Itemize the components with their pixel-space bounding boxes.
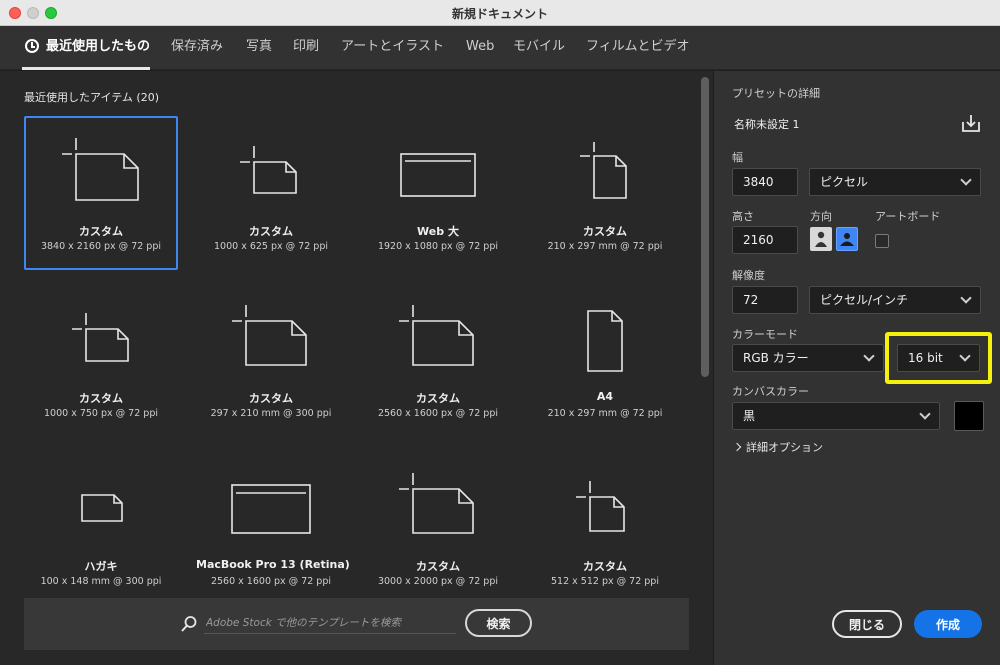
- preset-name: カスタム: [583, 560, 627, 573]
- height-label: 高さ: [732, 210, 754, 223]
- window-title: 新規ドキュメント: [451, 7, 548, 21]
- preset-item[interactable]: カスタム 1000 x 750 px @ 72 ppi: [24, 283, 178, 437]
- preset-item[interactable]: ハガキ 100 x 148 mm @ 300 ppi: [24, 451, 178, 605]
- close-button[interactable]: 閉じる: [832, 610, 902, 638]
- canvas-color-value: 黒: [743, 409, 756, 423]
- portrait-icon: [815, 231, 827, 247]
- preset-name: カスタム: [249, 225, 293, 238]
- resolution-label: 解像度: [732, 269, 765, 282]
- preset-name: カスタム: [583, 225, 627, 238]
- chevron-down-icon: [919, 408, 931, 420]
- preset-detail: 1000 x 750 px @ 72 ppi: [44, 408, 158, 419]
- preset-detail: 3840 x 2160 px @ 72 ppi: [40, 241, 162, 252]
- canvas-color-label: カンバスカラー: [732, 385, 809, 398]
- tab-film-video[interactable]: フィルムとビデオ: [586, 26, 689, 70]
- tab-photo[interactable]: 写真: [246, 26, 272, 70]
- width-unit-select[interactable]: ピクセル: [809, 168, 981, 196]
- landscape-icon: [840, 233, 854, 246]
- preset-name: カスタム: [416, 560, 460, 573]
- tab-mobile[interactable]: モバイル: [513, 26, 565, 70]
- search-icon: [181, 616, 197, 632]
- preset-detail: 1920 x 1080 px @ 72 ppi: [377, 241, 499, 252]
- recent-items-count: (20): [136, 91, 159, 104]
- title-bar: 新規ドキュメント: [0, 0, 1000, 26]
- artboard-checkbox[interactable]: [875, 234, 889, 248]
- preset-detail: 512 x 512 px @ 72 ppi: [551, 576, 659, 587]
- resolution-unit-select[interactable]: ピクセル/インチ: [809, 286, 981, 314]
- preset-name: カスタム: [79, 225, 123, 238]
- preset-item[interactable]: A4 210 x 297 mm @ 72 ppi: [528, 283, 682, 437]
- preset-item[interactable]: カスタム 3000 x 2000 px @ 72 ppi: [361, 451, 515, 605]
- tab-saved[interactable]: 保存済み: [171, 26, 223, 70]
- preset-details-panel: プリセットの詳細 名称未設定 1 幅 3840 ピクセル 高さ 方向 アートボー…: [714, 71, 1000, 665]
- tab-print[interactable]: 印刷: [293, 26, 319, 70]
- preset-name: A4: [596, 390, 614, 403]
- grid-scrollbar[interactable]: [701, 77, 709, 377]
- preset-detail: 297 x 210 mm @ 300 ppi: [210, 408, 332, 419]
- preset-name: Web 大: [417, 225, 459, 238]
- preset-name: MacBook Pro 13 (Retina): [196, 558, 350, 571]
- tab-art-illustration[interactable]: アートとイラスト: [341, 26, 444, 70]
- template-search-bar: 検索: [24, 598, 689, 650]
- artboard-label: アートボード: [875, 210, 941, 223]
- preset-item[interactable]: カスタム 2560 x 1600 px @ 72 ppi: [361, 283, 515, 437]
- preset-item[interactable]: カスタム 512 x 512 px @ 72 ppi: [528, 451, 682, 605]
- preset-name-field[interactable]: 名称未設定 1: [734, 116, 942, 136]
- width-label: 幅: [732, 151, 743, 164]
- preset-details-header: プリセットの詳細: [732, 87, 820, 100]
- preset-detail: 3000 x 2000 px @ 72 ppi: [377, 576, 499, 587]
- width-input[interactable]: 3840: [732, 168, 798, 196]
- width-unit-value: ピクセル: [820, 175, 869, 189]
- advanced-options-label: 詳細オプション: [746, 441, 823, 454]
- recent-items-heading: 最近使用したアイテム: [24, 91, 133, 104]
- bit-depth-highlight: [885, 332, 992, 384]
- tab-web[interactable]: Web: [466, 26, 494, 70]
- recent-items-panel: 最近使用したアイテム (20) カスタム 3840 x 2160 px @ 72…: [0, 71, 713, 665]
- portrait-orientation-button[interactable]: [810, 227, 832, 251]
- preset-item[interactable]: MacBook Pro 13 (Retina) 2560 x 1600 px @…: [194, 451, 350, 605]
- preset-detail: 210 x 297 mm @ 72 ppi: [547, 241, 663, 252]
- landscape-orientation-button[interactable]: [836, 227, 858, 251]
- resolution-input[interactable]: 72: [732, 286, 798, 314]
- active-tab-indicator: [22, 67, 150, 70]
- preset-name: カスタム: [416, 392, 460, 405]
- color-mode-value: RGB カラー: [743, 351, 809, 365]
- create-button[interactable]: 作成: [914, 610, 982, 638]
- chevron-down-icon: [863, 350, 875, 362]
- canvas-color-select[interactable]: 黒: [732, 402, 940, 430]
- color-mode-label: カラーモード: [732, 328, 798, 341]
- orientation-label: 方向: [810, 210, 832, 223]
- preset-detail: 1000 x 625 px @ 72 ppi: [214, 241, 328, 252]
- preset-name: ハガキ: [84, 560, 118, 573]
- tab-recent[interactable]: 最近使用したもの: [46, 26, 150, 70]
- chevron-down-icon: [960, 174, 972, 186]
- height-input[interactable]: 2160: [732, 226, 798, 254]
- canvas-color-swatch[interactable]: [954, 401, 984, 431]
- template-search-input[interactable]: [204, 612, 456, 634]
- chevron-right-icon: [732, 442, 742, 452]
- preset-item[interactable]: Web 大 1920 x 1080 px @ 72 ppi: [361, 116, 515, 270]
- clock-icon: [25, 39, 39, 53]
- recent-items-title: 最近使用したアイテム (20): [24, 89, 159, 105]
- preset-detail: 2560 x 1600 px @ 72 ppi: [210, 576, 332, 587]
- preset-detail: 100 x 148 mm @ 300 ppi: [40, 576, 162, 587]
- preset-name: カスタム: [79, 392, 123, 405]
- resolution-unit-value: ピクセル/インチ: [820, 293, 909, 307]
- preset-detail: 2560 x 1600 px @ 72 ppi: [377, 408, 499, 419]
- color-mode-select[interactable]: RGB カラー: [732, 344, 884, 372]
- preset-item[interactable]: カスタム 297 x 210 mm @ 300 ppi: [194, 283, 348, 437]
- preset-item[interactable]: カスタム 210 x 297 mm @ 72 ppi: [528, 116, 682, 270]
- preset-name: カスタム: [249, 392, 293, 405]
- save-preset-icon[interactable]: [960, 112, 982, 134]
- category-tabs: 最近使用したもの 保存済み 写真 印刷 アートとイラスト Web モバイル フィ…: [0, 26, 1000, 70]
- preset-item[interactable]: カスタム 3840 x 2160 px @ 72 ppi: [24, 116, 178, 270]
- preset-item[interactable]: カスタム 1000 x 625 px @ 72 ppi: [194, 116, 348, 270]
- preset-detail: 210 x 297 mm @ 72 ppi: [547, 408, 663, 419]
- advanced-options-toggle[interactable]: 詳細オプション: [732, 439, 823, 455]
- search-button[interactable]: 検索: [465, 609, 532, 637]
- chevron-down-icon: [960, 292, 972, 304]
